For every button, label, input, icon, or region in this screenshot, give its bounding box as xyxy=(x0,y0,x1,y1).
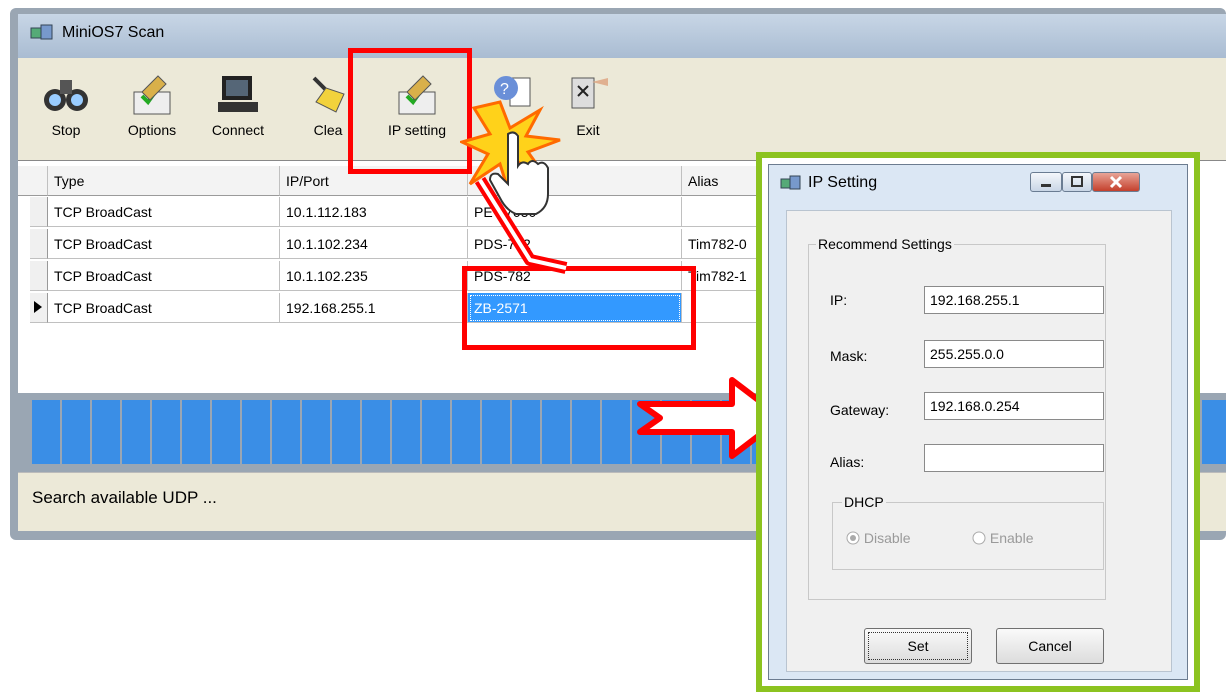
progress-block xyxy=(92,400,120,464)
progress-block xyxy=(602,400,630,464)
progress-block xyxy=(182,400,210,464)
progress-block xyxy=(392,400,420,464)
progress-block xyxy=(362,400,390,464)
progress-block xyxy=(122,400,150,464)
progress-block xyxy=(62,400,90,464)
hand-cursor-icon xyxy=(488,131,549,215)
minimize-icon xyxy=(1041,184,1051,187)
cell-type[interactable]: TCP BroadCast xyxy=(48,261,280,291)
dhcp-enable-label: Enable xyxy=(989,530,1034,546)
alias-label: Alias: xyxy=(830,454,865,470)
app-icon xyxy=(30,22,54,45)
status-text: Search available UDP ... xyxy=(32,488,217,507)
progress-block xyxy=(212,400,240,464)
progress-block xyxy=(332,400,360,464)
alias-field[interactable] xyxy=(924,444,1104,472)
broom-icon xyxy=(312,76,345,113)
set-button[interactable]: Set xyxy=(864,628,972,664)
progress-block xyxy=(572,400,600,464)
cell-ip[interactable]: 192.168.255.1 xyxy=(280,293,468,323)
cell-alias[interactable]: Tim782-0 xyxy=(682,229,762,259)
computer-icon xyxy=(218,76,258,112)
progress-block xyxy=(32,400,60,464)
dialog-app-icon xyxy=(780,174,802,195)
cell-type[interactable]: TCP BroadCast xyxy=(48,229,280,259)
recommend-settings-label: Recommend Settings xyxy=(816,236,954,252)
stop-button[interactable]: Stop xyxy=(26,66,106,158)
options-button[interactable]: Options xyxy=(112,66,192,158)
close-icon xyxy=(1109,175,1123,189)
mask-field[interactable] xyxy=(924,340,1104,368)
progress-block xyxy=(512,400,540,464)
dhcp-label: DHCP xyxy=(842,494,886,510)
cell-type[interactable]: TCP BroadCast xyxy=(48,293,280,323)
progress-block xyxy=(152,400,180,464)
progress-block xyxy=(542,400,570,464)
progress-block xyxy=(422,400,450,464)
progress-block xyxy=(242,400,270,464)
progress-block xyxy=(302,400,330,464)
gateway-label: Gateway: xyxy=(830,402,890,418)
options-label: Options xyxy=(127,122,177,138)
ip-field[interactable] xyxy=(924,286,1104,314)
cell-type[interactable]: TCP BroadCast xyxy=(48,197,280,227)
dhcp-disable-label: Disable xyxy=(863,530,911,546)
radio-unselected-icon xyxy=(972,531,986,545)
row-selector[interactable] xyxy=(30,229,48,259)
radio-selected-icon xyxy=(846,531,860,545)
row-selector[interactable] xyxy=(30,197,48,227)
dhcp-disable-radio[interactable]: Disable xyxy=(846,530,911,546)
current-row-arrow-icon xyxy=(34,301,42,313)
stop-label: Stop xyxy=(51,122,81,138)
connect-label: Connect xyxy=(211,122,265,138)
row-selector-current[interactable] xyxy=(30,293,48,323)
close-button[interactable] xyxy=(1092,172,1140,192)
table-corner xyxy=(18,166,48,196)
ip-label: IP: xyxy=(830,292,848,308)
progress-block xyxy=(1202,400,1226,464)
column-header-type[interactable]: Type xyxy=(48,166,280,196)
row-selector[interactable] xyxy=(30,261,48,291)
binoculars-icon xyxy=(44,80,88,111)
mask-label: Mask: xyxy=(830,348,868,364)
cancel-button[interactable]: Cancel xyxy=(996,628,1104,664)
options-icon xyxy=(133,75,171,115)
cell-alias[interactable] xyxy=(682,197,762,227)
minimize-button[interactable] xyxy=(1030,172,1062,192)
progress-block xyxy=(452,400,480,464)
window-title: MiniOS7 Scan xyxy=(62,24,165,41)
dialog-title: IP Setting xyxy=(808,174,878,191)
column-header-alias[interactable]: Alias xyxy=(682,166,762,196)
dhcp-enable-radio[interactable]: Enable xyxy=(972,530,1033,546)
progress-block xyxy=(272,400,300,464)
title-bar xyxy=(18,14,1226,58)
maximize-icon xyxy=(1071,176,1083,187)
gateway-field[interactable] xyxy=(924,392,1104,420)
connect-button[interactable]: Connect xyxy=(198,66,278,158)
maximize-button[interactable] xyxy=(1062,172,1092,192)
progress-block xyxy=(482,400,510,464)
